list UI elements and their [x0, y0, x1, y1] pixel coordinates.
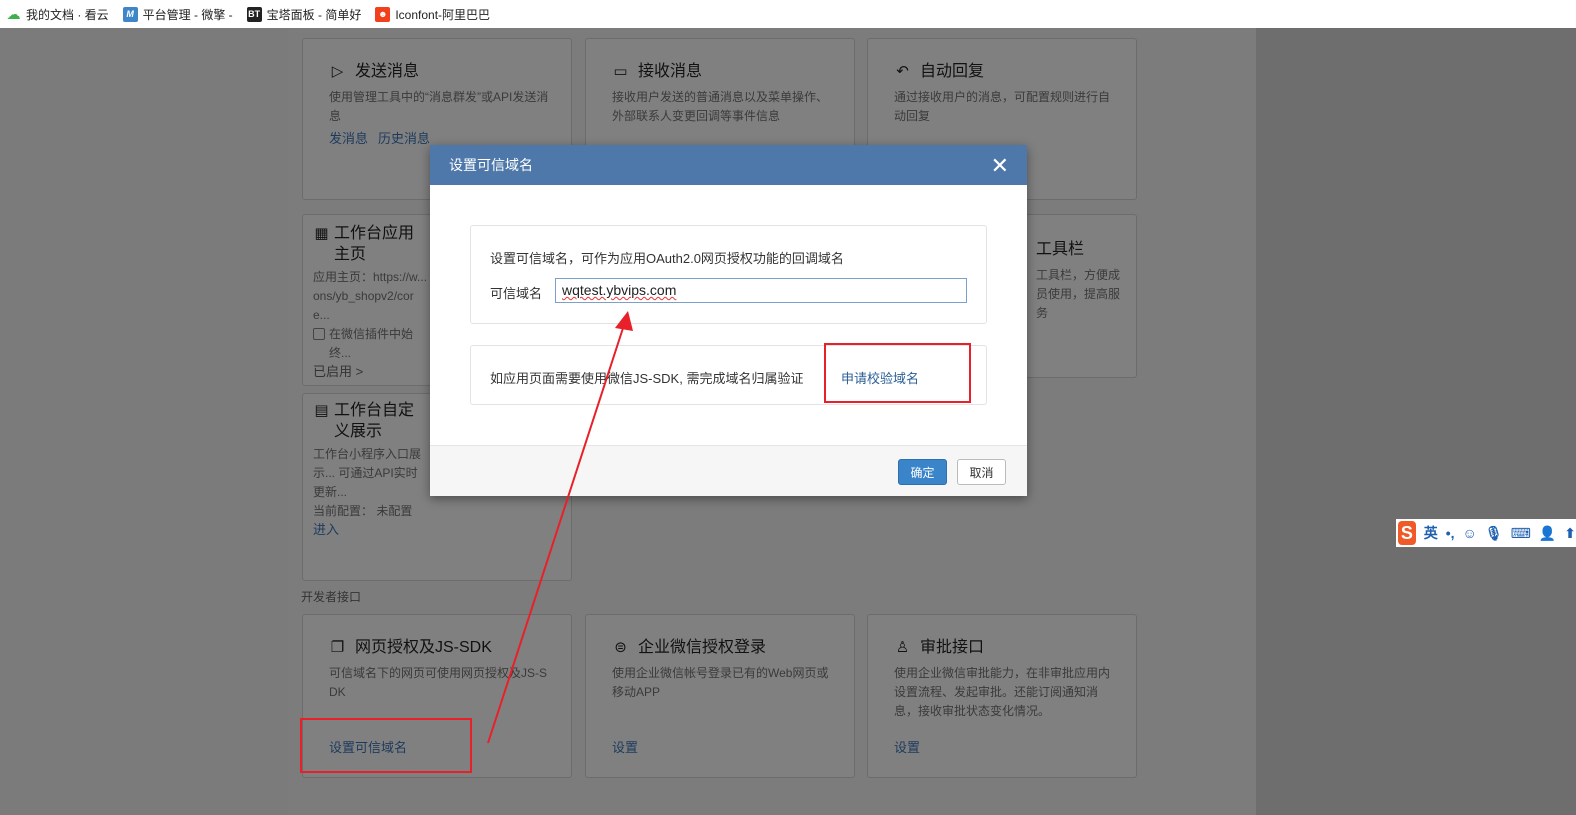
domain-input[interactable]: wqtest.ybvips.com — [555, 278, 967, 303]
ime-mode[interactable]: 英 — [1424, 523, 1438, 543]
m-logo-icon: M — [122, 6, 138, 22]
sogou-logo-icon[interactable]: S — [1398, 521, 1416, 545]
jssdk-box: 如应用页面需要使用微信JS-SDK, 需完成域名归属验证 申请校验域名 — [470, 345, 987, 405]
card-web-auth: ❐ 网页授权及JS-SDK 可信域名下的网页可使用网页授权及JS-SDK 设置可信… — [302, 614, 572, 778]
reply-icon: ↶ — [896, 63, 909, 80]
skull-icon: ☻ — [375, 6, 391, 22]
login-icon: ⊜ — [614, 639, 627, 656]
chat-icon: ▭ — [613, 63, 628, 80]
arrow-icon[interactable]: ⬆ — [1564, 525, 1576, 542]
card-wework-login: ⊜ 企业微信授权登录 使用企业微信帐号登录已有的Web网页或移动APP 设置 — [585, 614, 855, 778]
bookmark-iconfont[interactable]: ☻ Iconfont-阿里巴巴 — [375, 6, 490, 23]
checkbox[interactable] — [313, 328, 325, 340]
grid-icon: ▦ — [314, 225, 329, 242]
enter-link[interactable]: 进入 — [313, 521, 339, 539]
send-link[interactable]: 发消息 — [329, 130, 368, 148]
card-approval-api: ♙ 审批接口 使用企业微信审批能力，在非审批应用内设置流程、发起审批。还能订阅通知… — [867, 614, 1137, 778]
mic-icon[interactable]: 🎙 — [1485, 525, 1503, 542]
bookmarks-bar: ☁ 我的文档 · 看云 M 平台管理 - 微擎 - BT 宝塔面板 - 简单好 ☻ Ic… — [0, 0, 1576, 28]
cloud-icon: ☁ — [6, 5, 21, 22]
set-trusted-domain-link[interactable]: 设置可信域名 — [329, 739, 407, 757]
login-settings-link[interactable]: 设置 — [612, 739, 638, 757]
bt-logo-icon: BT — [246, 6, 262, 22]
cancel-button[interactable]: 取消 — [957, 459, 1006, 485]
dev-section-label: 开发者接口 — [301, 590, 362, 604]
history-link[interactable]: 历史消息 — [378, 130, 430, 148]
card-icon: ▤ — [314, 402, 329, 419]
stamp-icon: ♙ — [895, 639, 910, 656]
ime-toolbar: S 英 •, ☺ 🎙 ⌨ 👤 ⬆ — [1396, 519, 1576, 547]
approval-settings-link[interactable]: 设置 — [894, 739, 920, 757]
user-icon[interactable]: 👤 — [1539, 525, 1556, 542]
bookmark-baota[interactable]: BT 宝塔面板 - 简单好 — [246, 6, 361, 23]
copy-icon: ❐ — [330, 639, 345, 656]
domain-box: 设置可信域名，可作为应用OAuth2.0网页授权功能的回调域名 可信域名 wqt… — [470, 225, 987, 324]
trusted-domain-dialog: 设置可信域名 ✕ 设置可信域名，可作为应用OAuth2.0网页授权功能的回调域名 … — [430, 145, 1027, 496]
right-gutter — [1256, 28, 1576, 815]
bookmark-weiqing[interactable]: M 平台管理 - 微擎 - — [122, 6, 233, 23]
apply-verify-domain-link[interactable]: 申请校验域名 — [841, 368, 919, 387]
confirm-button[interactable]: 确定 — [898, 459, 947, 485]
bookmark-kancloud[interactable]: ☁ 我的文档 · 看云 — [6, 6, 109, 23]
keyboard-icon[interactable]: ⌨ — [1511, 525, 1531, 542]
emoji-icon[interactable]: ☺ — [1463, 525, 1477, 541]
punct-icon[interactable]: •, — [1446, 525, 1455, 541]
send-icon: ▷ — [331, 63, 344, 80]
dialog-title: 设置可信域名 — [449, 157, 533, 173]
close-icon[interactable]: ✕ — [991, 153, 1009, 179]
enabled-link[interactable]: 已启用 > — [313, 363, 363, 381]
